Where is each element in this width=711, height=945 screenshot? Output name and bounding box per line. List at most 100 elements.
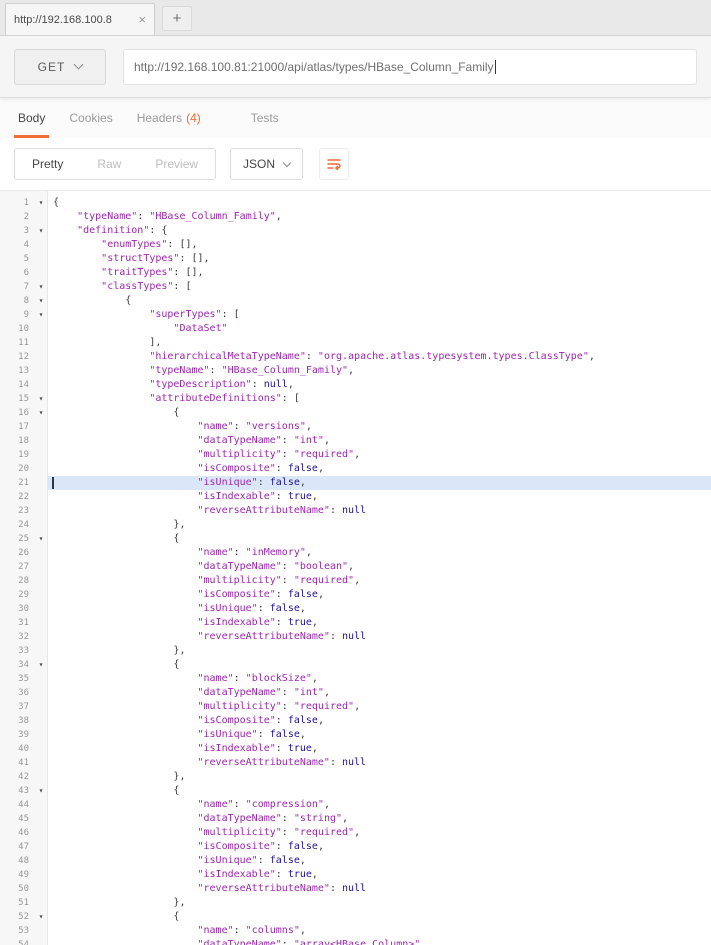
close-tab-icon[interactable]: × — [132, 12, 146, 27]
code-line[interactable]: 10 "DataSet" — [0, 322, 711, 336]
code-text: "isIndexable": true, — [197, 617, 318, 628]
line-number: 31 — [18, 618, 29, 628]
code-line[interactable]: 12 "hierarchicalMetaTypeName": "org.apac… — [0, 350, 711, 364]
code-line[interactable]: 46 "multiplicity": "required", — [0, 826, 711, 840]
code-line[interactable]: 9 ▾ "superTypes": [ — [0, 308, 711, 322]
fold-arrow-icon[interactable]: ▾ — [34, 224, 48, 238]
request-tab-title: http://192.168.100.8 — [14, 13, 112, 26]
code-line[interactable]: 17 "name": "versions", — [0, 420, 711, 434]
line-number: 18 — [18, 436, 29, 446]
code-line[interactable]: 7 ▾ "classTypes": [ — [0, 280, 711, 294]
fold-arrow-icon[interactable]: ▾ — [34, 392, 48, 406]
tab-body[interactable]: Body — [6, 98, 57, 138]
code-line[interactable]: 16 ▾ { — [0, 406, 711, 420]
code-line[interactable]: 31 "isIndexable": true, — [0, 616, 711, 630]
code-line[interactable]: 14 "typeDescription": null, — [0, 378, 711, 392]
code-line[interactable]: 1 ▾ { — [0, 196, 711, 210]
fold-arrow-icon[interactable]: ▾ — [34, 294, 48, 308]
line-number: 22 — [18, 492, 29, 502]
format-dropdown[interactable]: JSON — [230, 148, 304, 180]
code-text: "dataTypeName": "string", — [197, 813, 349, 824]
view-mode-raw[interactable]: Raw — [80, 149, 138, 179]
fold-arrow-icon[interactable]: ▾ — [34, 910, 48, 924]
response-body-editor[interactable]: 1 ▾{2 "typeName": "HBase_Column_Family", 3… — [0, 191, 711, 945]
code-line[interactable]: 5 "structTypes": [], — [0, 252, 711, 266]
code-line[interactable]: 3 ▾ "definition": { — [0, 224, 711, 238]
fold-arrow-icon[interactable]: ▾ — [34, 532, 48, 546]
view-mode-pretty[interactable]: Pretty — [15, 149, 80, 179]
fold-arrow-icon[interactable]: ▾ — [34, 406, 48, 420]
code-line[interactable]: 32 "reverseAttributeName": null — [0, 630, 711, 644]
code-line[interactable]: 47 "isComposite": false, — [0, 840, 711, 854]
code-line[interactable]: 34 ▾ { — [0, 658, 711, 672]
code-line[interactable]: 37 "multiplicity": "required", — [0, 700, 711, 714]
code-line[interactable]: 8 ▾ { — [0, 294, 711, 308]
request-tab[interactable]: http://192.168.100.8 × — [5, 3, 155, 35]
code-line[interactable]: 25 ▾ { — [0, 532, 711, 546]
code-line[interactable]: 36 "dataTypeName": "int", — [0, 686, 711, 700]
code-line[interactable]: 21 "isUnique": false, — [0, 476, 711, 490]
line-number: 29 — [18, 590, 29, 600]
code-line[interactable]: 51 }, — [0, 896, 711, 910]
fold-arrow-icon[interactable]: ▾ — [34, 308, 48, 322]
code-text: "isIndexable": true, — [197, 869, 318, 880]
code-line[interactable]: 53 "name": "columns", — [0, 924, 711, 938]
tab-tests[interactable]: Tests — [239, 98, 291, 138]
url-input[interactable]: http://192.168.100.81:21000/api/atlas/ty… — [123, 48, 697, 85]
code-line[interactable]: 6 "traitTypes": [], — [0, 266, 711, 280]
line-number: 16 — [18, 408, 29, 418]
code-line[interactable]: 42 }, — [0, 770, 711, 784]
code-line[interactable]: 39 "isUnique": false, — [0, 728, 711, 742]
code-line[interactable]: 44 "name": "compression", — [0, 798, 711, 812]
code-line[interactable]: 20 "isComposite": false, — [0, 462, 711, 476]
code-line[interactable]: 18 "dataTypeName": "int", — [0, 434, 711, 448]
request-builder-bar: GET http://192.168.100.81:21000/api/atla… — [0, 36, 711, 98]
view-mode-preview[interactable]: Preview — [138, 149, 215, 179]
code-line[interactable]: 50 "reverseAttributeName": null — [0, 882, 711, 896]
code-line[interactable]: 30 "isUnique": false, — [0, 602, 711, 616]
code-line[interactable]: 54 "dataTypeName": "array<HBase_Column>"… — [0, 938, 711, 945]
fold-arrow-icon[interactable]: ▾ — [34, 196, 48, 210]
code-line[interactable]: 11 ], — [0, 336, 711, 350]
code-line[interactable]: 41 "reverseAttributeName": null — [0, 756, 711, 770]
code-line[interactable]: 48 "isUnique": false, — [0, 854, 711, 868]
code-line[interactable]: 45 "dataTypeName": "string", — [0, 812, 711, 826]
code-line[interactable]: 49 "isIndexable": true, — [0, 868, 711, 882]
code-line[interactable]: 2 "typeName": "HBase_Column_Family", — [0, 210, 711, 224]
code-line[interactable]: 4 "enumTypes": [], — [0, 238, 711, 252]
code-line[interactable]: 43 ▾ { — [0, 784, 711, 798]
code-line[interactable]: 33 }, — [0, 644, 711, 658]
code-line[interactable]: 28 "multiplicity": "required", — [0, 574, 711, 588]
code-line[interactable]: 27 "dataTypeName": "boolean", — [0, 560, 711, 574]
code-line[interactable]: 40 "isIndexable": true, — [0, 742, 711, 756]
line-number: 49 — [18, 870, 29, 880]
code-line[interactable]: 19 "multiplicity": "required", — [0, 448, 711, 462]
tab-headers[interactable]: Headers (4) — [125, 98, 213, 138]
code-line[interactable]: 52 ▾ { — [0, 910, 711, 924]
fold-arrow-icon[interactable]: ▾ — [34, 658, 48, 672]
code-line[interactable]: 24 }, — [0, 518, 711, 532]
wrap-lines-button[interactable] — [319, 148, 350, 180]
code-line[interactable]: 35 "name": "blockSize", — [0, 672, 711, 686]
code-line[interactable]: 15 ▾ "attributeDefinitions": [ — [0, 392, 711, 406]
line-number: 14 — [18, 380, 29, 390]
code-text: "dataTypeName": "int", — [197, 435, 330, 446]
code-line[interactable]: 23 "reverseAttributeName": null — [0, 504, 711, 518]
code-line[interactable]: 29 "isComposite": false, — [0, 588, 711, 602]
code-line[interactable]: 22 "isIndexable": true, — [0, 490, 711, 504]
fold-arrow-icon[interactable]: ▾ — [34, 784, 48, 798]
fold-arrow-icon[interactable]: ▾ — [34, 280, 48, 294]
code-line[interactable]: 13 "typeName": "HBase_Column_Family", — [0, 364, 711, 378]
code-line[interactable]: 38 "isComposite": false, — [0, 714, 711, 728]
code-text: { — [173, 407, 180, 418]
code-line[interactable]: 26 "name": "inMemory", — [0, 546, 711, 560]
body-view-toolbar: Pretty Raw Preview JSON — [0, 138, 711, 191]
method-dropdown[interactable]: GET — [14, 48, 106, 85]
new-tab-button[interactable]: + — [162, 6, 192, 31]
tab-cookies[interactable]: Cookies — [57, 98, 124, 138]
